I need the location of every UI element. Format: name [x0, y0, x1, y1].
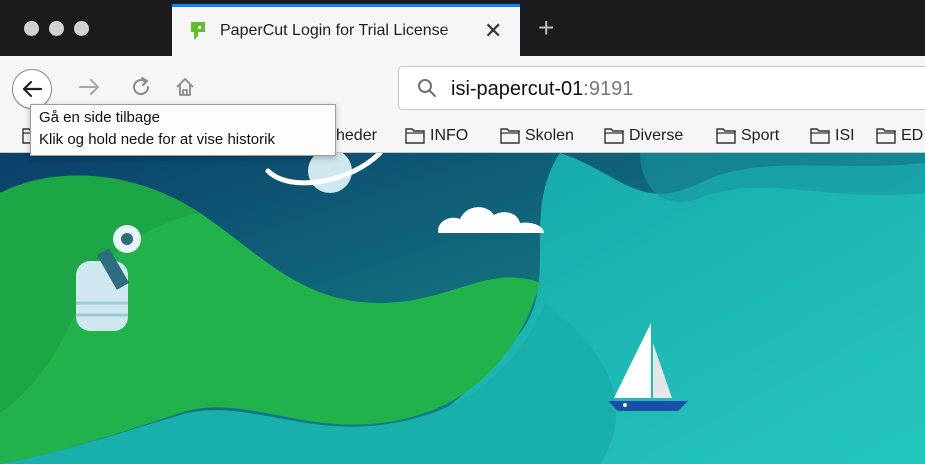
url-text: isi-papercut-01:9191	[451, 78, 633, 101]
tooltip-line-1: Gå en side tilbage	[39, 109, 160, 126]
home-icon[interactable]	[174, 76, 196, 98]
url-host: isi-papercut-01	[451, 78, 584, 100]
bookmark-label: Sport	[741, 127, 780, 144]
bookmark-label: Diverse	[629, 127, 684, 144]
tab-title: PaperCut Login for Trial License	[220, 22, 449, 39]
back-arrow-icon	[22, 80, 43, 98]
folder-icon	[405, 128, 425, 144]
folder-icon	[500, 128, 520, 144]
page-background-illustration	[0, 153, 925, 464]
back-button[interactable]	[12, 69, 52, 109]
tab-close-icon[interactable]: ✕	[484, 20, 502, 42]
bookmark-label: Skolen	[525, 127, 574, 144]
window-zoom-button[interactable]	[74, 21, 89, 36]
search-icon	[418, 79, 436, 97]
papercut-logo-icon	[191, 22, 205, 40]
url-port: :9191	[583, 78, 634, 100]
bookmark-label: ISI	[835, 127, 855, 144]
folder-icon	[810, 128, 830, 144]
forward-arrow-icon[interactable]	[78, 76, 102, 98]
reload-icon[interactable]	[130, 76, 152, 98]
bookmark-label: heder	[336, 127, 377, 144]
back-button-tooltip: Gå en side tilbage Klik og hold nede for…	[30, 104, 336, 156]
folder-icon	[716, 128, 736, 144]
bookmark-label: INFO	[430, 127, 469, 144]
tab-active[interactable]: PaperCut Login for Trial License ✕	[172, 4, 520, 56]
landscape-illustration	[0, 153, 925, 464]
new-tab-button[interactable]: +	[538, 14, 554, 42]
tooltip-line-2: Klik og hold nede for at vise historik	[39, 131, 275, 148]
folder-icon	[604, 128, 624, 144]
folder-icon	[876, 128, 896, 144]
tab-strip: PaperCut Login for Trial License ✕ +	[0, 0, 925, 56]
url-bar[interactable]: isi-papercut-01:9191	[398, 66, 925, 110]
window-minimize-button[interactable]	[49, 21, 64, 36]
bookmark-label: ED	[901, 127, 924, 144]
window-close-button[interactable]	[24, 21, 39, 36]
browser-window: PaperCut Login for Trial License ✕ + isi…	[0, 0, 925, 464]
